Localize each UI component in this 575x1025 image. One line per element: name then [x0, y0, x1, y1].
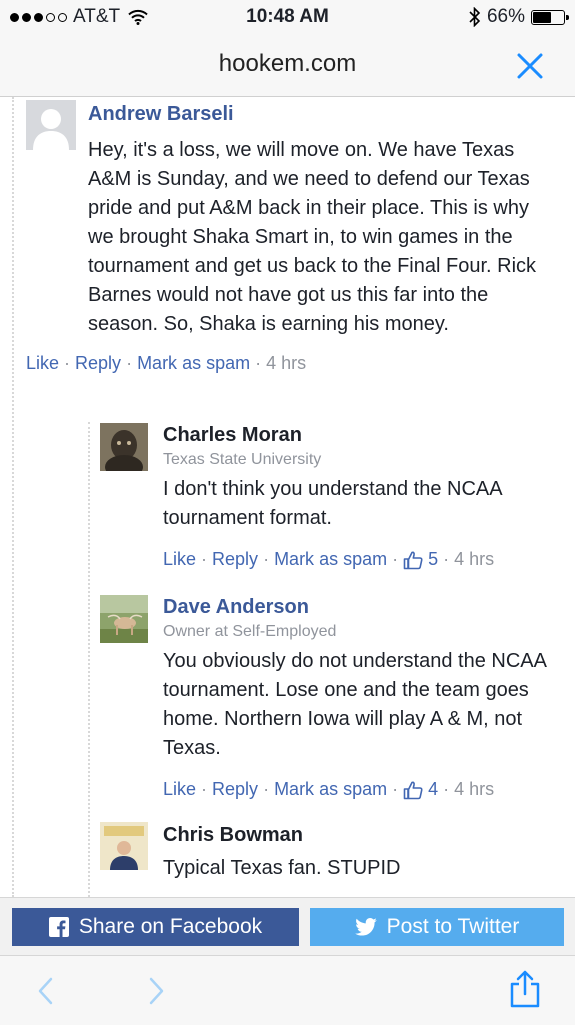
share-facebook-label: Share on Facebook [78, 915, 263, 938]
battery-percent: 66% [486, 6, 525, 27]
comment-time: 4 hrs [454, 779, 495, 799]
mark-spam-link[interactable]: Mark as spam [274, 779, 387, 800]
author-affiliation: Owner at Self-Employed [163, 623, 337, 640]
comment-author[interactable]: Chris Bowman [163, 824, 548, 847]
post-twitter-label: Post to Twitter [386, 915, 520, 938]
avatar[interactable] [100, 595, 148, 643]
status-right: 66% [469, 6, 569, 28]
share-icon[interactable] [508, 970, 542, 1008]
site-domain: hookem.com [218, 50, 357, 77]
comment-actions: Like · Reply · Mark as spam · 4 hrs [26, 353, 307, 374]
comment-actions: Like · Reply · Mark as spam · 4 · 4 hrs [163, 779, 495, 800]
post-twitter-button[interactable]: Post to Twitter [310, 908, 564, 946]
comment-time: 4 hrs [266, 353, 307, 373]
mark-spam-link[interactable]: Mark as spam [274, 549, 387, 570]
like-link[interactable]: Like [163, 549, 196, 570]
chevron-left-icon[interactable] [36, 976, 56, 1006]
battery-icon [531, 9, 569, 25]
comment-time: 4 hrs [454, 549, 495, 569]
comment-text: Typical Texas fan. STUPID [163, 857, 401, 879]
share-bar: Share on Facebook Post to Twitter [0, 897, 575, 956]
like-link[interactable]: Like [26, 353, 59, 374]
avatar[interactable] [100, 423, 148, 471]
author-affiliation: Texas State University [163, 451, 322, 468]
bluetooth-icon [469, 7, 481, 27]
default-avatar-icon [26, 100, 76, 150]
thumbs-up-icon [403, 551, 423, 569]
comment-actions: Like · Reply · Mark as spam · 5 · 4 hrs [163, 549, 495, 570]
chevron-right-icon[interactable] [146, 976, 166, 1006]
comment-text: Hey, it's a loss, we will move on. We ha… [88, 139, 537, 335]
thread-rule [12, 97, 14, 897]
comment-text: I don't think you understand the NCAA to… [163, 478, 502, 529]
mark-spam-link[interactable]: Mark as spam [137, 353, 250, 374]
thumbs-up-icon [403, 781, 423, 799]
facebook-icon [48, 917, 69, 937]
browser-toolbar [0, 955, 575, 1025]
comment-author[interactable]: Dave Anderson [163, 596, 548, 619]
close-x-icon[interactable] [515, 51, 545, 81]
like-link[interactable]: Like [163, 779, 196, 800]
reply-link[interactable]: Reply [75, 353, 121, 374]
share-facebook-button[interactable]: Share on Facebook [12, 908, 299, 946]
comment-author[interactable]: Andrew Barseli [88, 103, 550, 126]
reply-link[interactable]: Reply [212, 779, 258, 800]
status-bar: AT&T 10:48 AM 66% [0, 0, 575, 34]
reply-link[interactable]: Reply [212, 549, 258, 570]
replies-rule [88, 422, 90, 897]
address-bar: hookem.com [0, 34, 575, 97]
like-count: 5 [428, 549, 439, 569]
comment-text: You obviously do not understand the NCAA… [163, 650, 546, 759]
like-count: 4 [428, 779, 439, 799]
comment-author[interactable]: Charles Moran [163, 424, 548, 447]
avatar[interactable] [100, 822, 148, 870]
comment-thread: Andrew Barseli Hey, it's a loss, we will… [0, 97, 575, 897]
twitter-bird-icon [354, 918, 377, 936]
